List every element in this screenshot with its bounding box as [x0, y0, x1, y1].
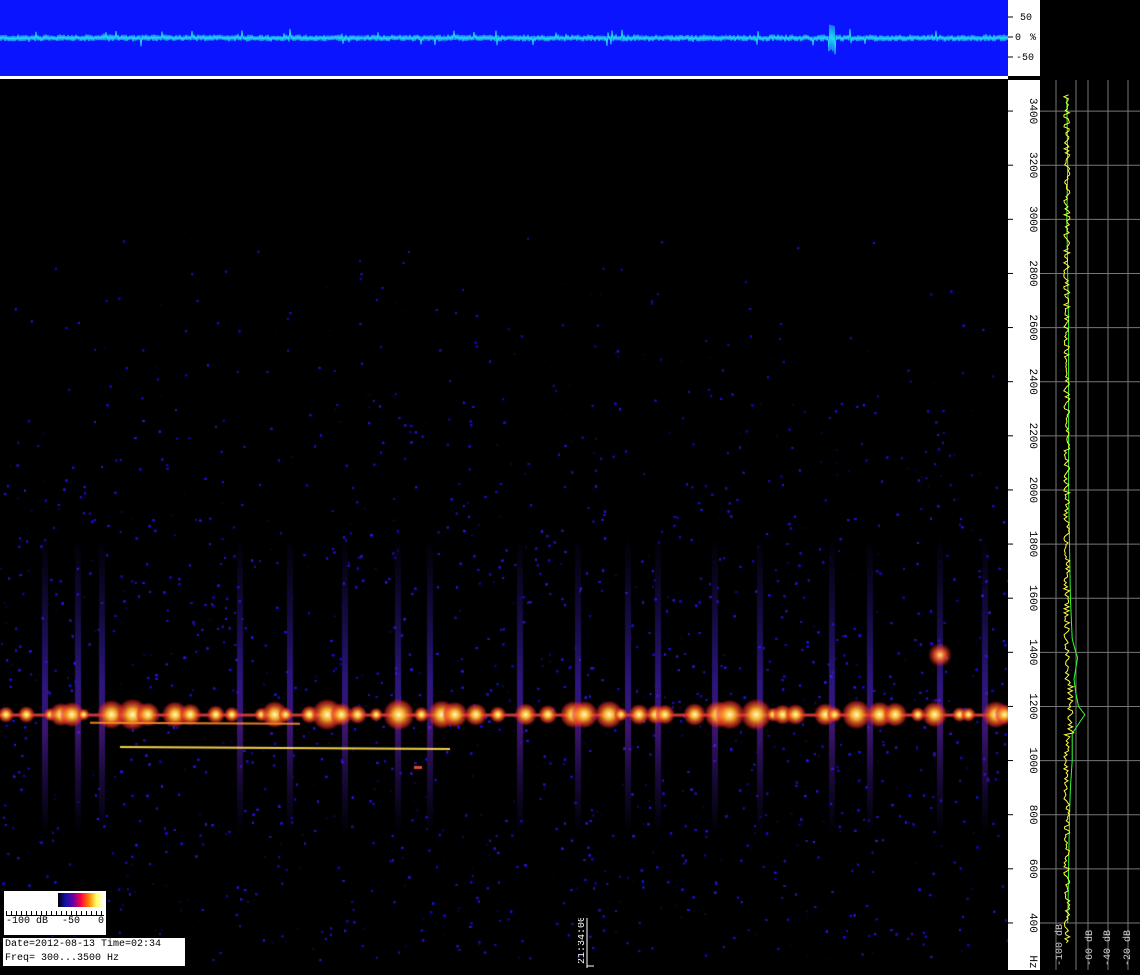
freq-tick-label: 2600 [1026, 314, 1038, 340]
scope-tick-minus50: -50 [1016, 53, 1034, 64]
freq-tick-label: Hz [1026, 955, 1038, 968]
freq-tick-label: 3200 [1026, 152, 1038, 178]
colorbar-gradient [58, 893, 104, 907]
spectrum-x-tick-label: -20 dB [1122, 930, 1134, 966]
freq-tick-label: 2200 [1026, 423, 1038, 449]
info-date-time: Date=2012-08-13 Time=02:34 [5, 939, 162, 950]
waveform-trace [0, 24, 1009, 55]
waveform-path [0, 24, 1009, 55]
spectrum-panel: -100 dB -60 dB -40 dB -20 dB [1040, 80, 1140, 970]
scope-tick-0: 0 [1015, 33, 1021, 44]
spectrum-x-tick-label: -40 dB [1102, 930, 1114, 966]
info-box: Date=2012-08-13 Time=02:34 Freq= 300...3… [2, 937, 186, 967]
scope-tick-percent: % [1030, 33, 1036, 44]
colorbar-ticks [6, 909, 104, 916]
freq-tick-label: 1200 [1026, 693, 1038, 719]
freq-tick-label: 800 [1026, 805, 1038, 825]
freq-tick-label: 1600 [1026, 585, 1038, 611]
colorbar-label-min: -100 dB [6, 916, 49, 927]
freq-tick-label: 600 [1026, 859, 1038, 879]
spectrum-plot: -100 dB -60 dB -40 dB -20 dB [1040, 80, 1140, 970]
freq-tick-label: 1000 [1026, 747, 1038, 773]
colorbar-legend: -100 dB -50 0 [3, 890, 107, 936]
scope-tick-50: 50 [1020, 13, 1032, 24]
scope-scale: 50 0 % -50 [1008, 0, 1040, 76]
spectrum-x-tick-label: -100 dB [1054, 924, 1066, 966]
waveform-scope [0, 0, 1009, 76]
scope-separator [0, 76, 1008, 79]
spectrogram-canvas [0, 80, 1008, 970]
info-frequency-range: Freq= 300...3500 Hz [5, 953, 120, 964]
freq-tick-label: 1800 [1026, 531, 1038, 557]
freq-tick-label: 1400 [1026, 639, 1038, 665]
time-marker: 21:34:00 [577, 916, 596, 968]
freq-tick-label: 2800 [1026, 260, 1038, 286]
freq-tick-label: 2400 [1026, 368, 1038, 394]
colorbar-label-mid: -50 [62, 916, 81, 927]
spectrum-x-tick-label: -60 dB [1084, 930, 1096, 966]
time-marker-label: 21:34:00 [578, 918, 588, 964]
freq-tick-label: 3000 [1026, 206, 1038, 232]
spectrogram [0, 80, 1008, 970]
frequency-axis: 400 600 800 1000 1200 1400 1600 1800 2000 2200 240… [1008, 80, 1040, 970]
colorbar-label-max: 0 [98, 916, 105, 927]
freq-tick-label: 400 [1026, 913, 1038, 933]
freq-tick-label: 2000 [1026, 477, 1038, 503]
freq-tick-label: 3400 [1026, 98, 1038, 124]
